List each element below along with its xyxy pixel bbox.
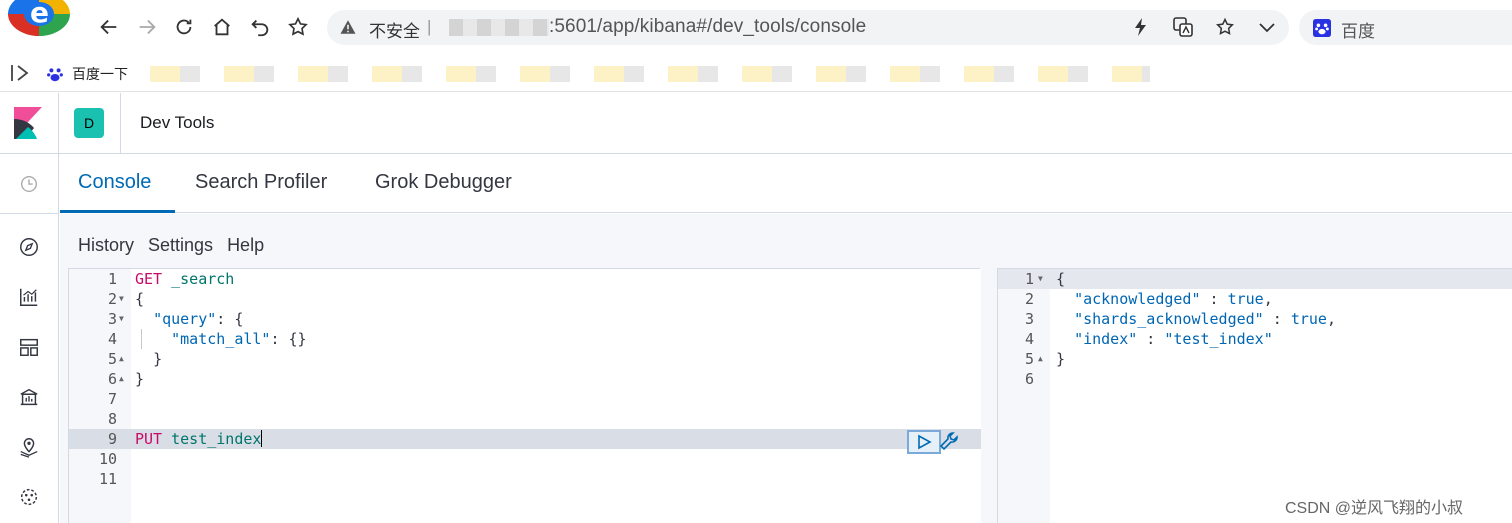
editor-line: 10 <box>98 450 117 468</box>
send-request-button[interactable] <box>907 430 941 454</box>
url-separator: | <box>427 17 432 36</box>
address-bar[interactable]: 不安全 | :5601/app/kibana#/dev_tools/consol… <box>327 10 1289 45</box>
undo-icon[interactable] <box>247 14 273 40</box>
request-editor[interactable]: 1 GET _search 2 ▼ { 3 ▼ "query": { 4 "matc… <box>68 268 981 523</box>
indent-guide <box>141 329 142 349</box>
output-line: 4 "index" : "test_index" <box>1024 330 1273 348</box>
fold-toggle-icon[interactable]: ▼ <box>119 295 124 303</box>
output-line: 2 "acknowledged" : true, <box>1024 290 1273 308</box>
search-engine-label: 百度 <box>1341 22 1375 41</box>
editor-line: 6 ▲ } <box>107 370 145 388</box>
console-menu: History Settings Help <box>78 235 264 256</box>
editor-active-line: 9 PUT test_index <box>69 429 981 449</box>
bookmark-label: 百度一下 <box>72 66 128 82</box>
kibana-header: D Dev Tools <box>0 93 1512 154</box>
bookmarks-redacted <box>150 66 1150 82</box>
security-label: 不安全 <box>369 22 420 41</box>
fold-toggle-icon[interactable]: ▼ <box>119 315 124 323</box>
reload-icon[interactable] <box>171 14 197 40</box>
visualize-chart-icon[interactable] <box>17 285 41 309</box>
search-engine-box[interactable]: 百度 <box>1299 10 1512 45</box>
maps-icon[interactable] <box>17 435 41 459</box>
baidu-paw-icon <box>1313 19 1331 37</box>
kibana-logo-icon[interactable] <box>14 107 42 139</box>
browser-toolbar: e 不安全 | :5601/app/kibana#/dev_tools/cons… <box>0 0 1512 54</box>
chevron-down-icon[interactable] <box>1257 17 1277 37</box>
output-line: 1 ▼ { <box>998 269 1512 289</box>
tab-console[interactable]: Console <box>78 171 151 194</box>
dashboard-icon[interactable] <box>17 335 41 359</box>
editor-line: 11 <box>98 470 117 488</box>
editor-line: 2 ▼ { <box>107 290 145 308</box>
canvas-icon[interactable] <box>17 385 41 409</box>
output-line: 6 <box>1024 370 1034 388</box>
wrench-icon[interactable] <box>939 430 961 452</box>
response-output[interactable]: 1 ▼ { 2 "acknowledged" : true, 3 "shards_… <box>997 268 1512 523</box>
lightning-icon[interactable] <box>1131 17 1151 37</box>
output-line: 5 ▲ } <box>1024 350 1066 368</box>
settings-link[interactable]: Settings <box>148 235 213 256</box>
editor-line: 8 <box>107 410 117 428</box>
space-avatar[interactable]: D <box>74 108 104 138</box>
editor-line: 5 ▲ } <box>107 350 163 368</box>
browser-logo-icon: e <box>8 0 70 36</box>
output-line: 3 "shards_acknowledged" : true, <box>1024 310 1336 328</box>
tab-search-profiler[interactable]: Search Profiler <box>195 171 327 194</box>
text-cursor <box>261 430 263 447</box>
translate-icon[interactable] <box>1173 17 1193 37</box>
bookmark-baidu[interactable]: 百度一下 <box>46 64 128 84</box>
editor-line: 4 "match_all": {} <box>107 330 307 348</box>
url-text: :5601/app/kibana#/dev_tools/console <box>549 16 867 37</box>
help-link[interactable]: Help <box>227 235 264 256</box>
play-icon <box>918 434 932 450</box>
fold-toggle-icon[interactable]: ▲ <box>1038 355 1043 363</box>
fold-toggle-icon[interactable]: ▼ <box>1038 275 1043 283</box>
forward-icon[interactable] <box>134 14 160 40</box>
editor-line: 3 ▼ "query": { <box>107 310 244 328</box>
warning-icon <box>340 20 356 34</box>
home-icon[interactable] <box>209 14 235 40</box>
back-icon[interactable] <box>96 14 122 40</box>
watermark: CSDN @逆风飞翔的小叔 <box>1285 500 1464 517</box>
fold-toggle-icon[interactable]: ▲ <box>119 355 124 363</box>
bookmarks-bar: 百度一下 <box>0 54 1512 92</box>
active-tab-indicator <box>60 210 175 213</box>
tab-grok-debugger[interactable]: Grok Debugger <box>375 171 512 194</box>
sidebar-toggle-icon[interactable] <box>10 63 32 83</box>
bookmark-star-icon[interactable] <box>1215 17 1235 37</box>
history-link[interactable]: History <box>78 235 134 256</box>
recent-clock-icon[interactable] <box>17 172 41 196</box>
editor-line: 1 GET _search <box>107 270 235 288</box>
ml-icon[interactable] <box>17 485 41 509</box>
favorite-star-icon[interactable] <box>285 14 311 40</box>
fold-toggle-icon[interactable]: ▲ <box>119 375 124 383</box>
discover-compass-icon[interactable] <box>17 235 41 259</box>
editor-line: 7 <box>107 390 117 408</box>
dev-tools-tabs: Console Search Profiler Grok Debugger <box>60 154 1512 213</box>
breadcrumb: Dev Tools <box>140 113 215 132</box>
url-host-redacted <box>449 19 549 36</box>
side-nav <box>0 154 59 523</box>
baidu-paw-icon <box>47 68 63 82</box>
